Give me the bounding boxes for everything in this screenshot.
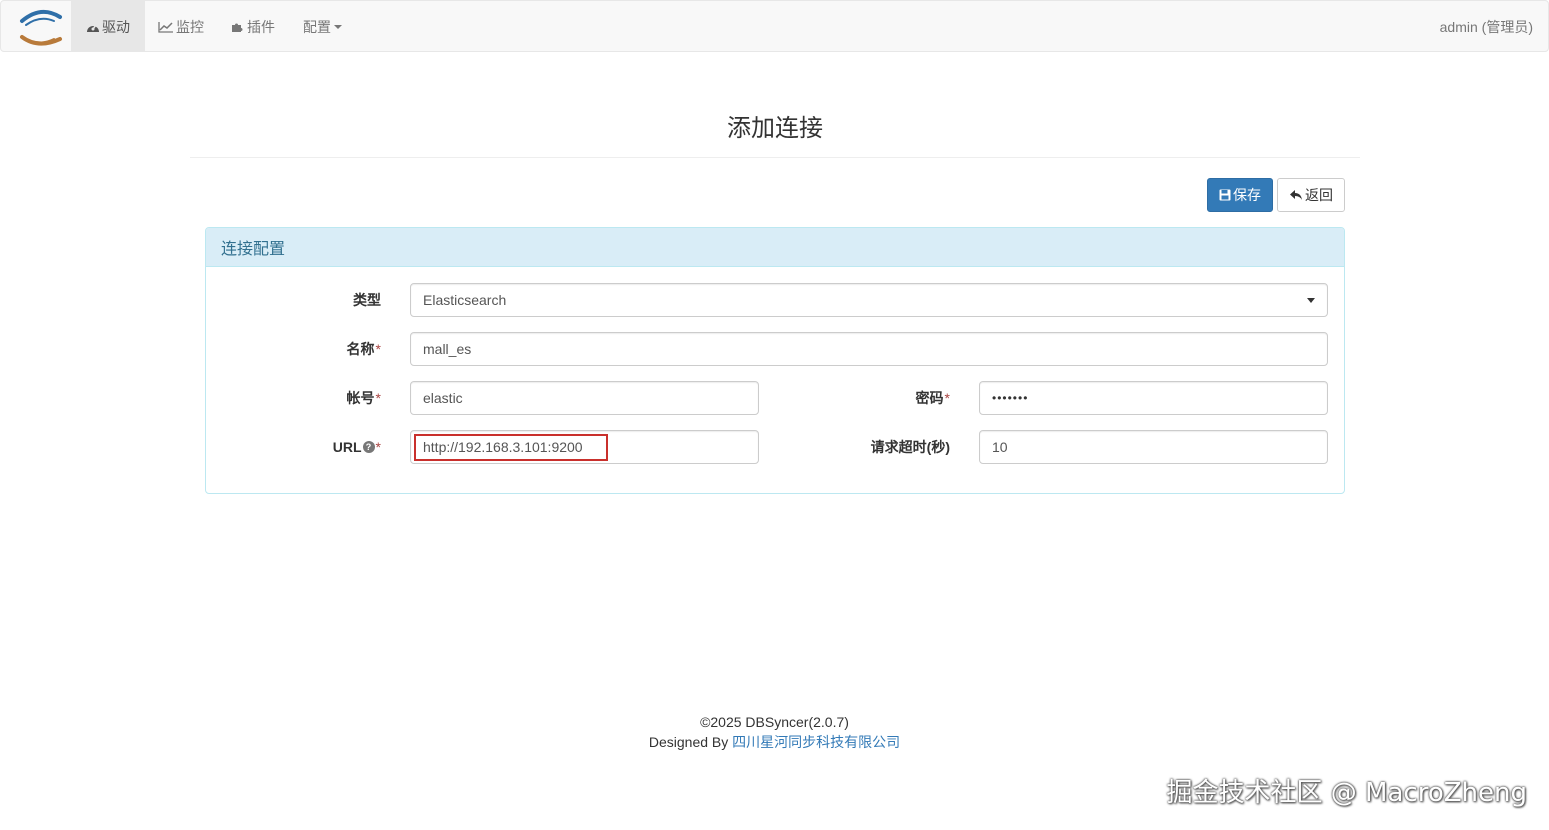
brand-logo[interactable] [11,1,71,52]
required-marker: * [375,341,381,357]
password-input-value: ••••••• [992,391,1029,405]
nav-item-drivers[interactable]: 驱动 [71,1,145,52]
page-title: 添加连接 [727,115,823,142]
account-label: 帐号 * [216,381,381,415]
nav-item-label: 监控 [176,18,204,35]
top-navbar: 驱动 监控 插件 配置 admin (管理员) [0,0,1549,52]
page-divider [190,157,1360,158]
timeout-label-text: 请求超时(秒) [870,439,950,455]
back-button[interactable]: 返回 [1277,178,1345,212]
footer-company-link[interactable]: 四川星河同步科技有限公司 [732,734,900,750]
password-input[interactable]: ••••••• [979,381,1328,415]
reply-arrow-icon [1289,189,1303,201]
save-button[interactable]: 保存 [1207,178,1273,212]
panel-heading: 连接配置 [206,228,1344,267]
url-label-text: URL [332,439,362,455]
watermark: 掘金技术社区 @ MacroZheng [1166,778,1527,808]
timeout-label: 请求超时(秒) [786,430,950,464]
nav-item-monitor[interactable]: 监控 [143,1,219,52]
name-label: 名称 * [216,332,381,366]
chevron-down-icon [1307,297,1315,303]
nav-item-config[interactable]: 配置 [288,1,357,52]
dashboard-icon [86,21,100,33]
name-input-value: mall_es [423,341,472,357]
question-circle-icon[interactable]: ? [362,441,375,453]
floppy-disk-icon [1219,189,1231,201]
url-input-value: http://192.168.3.101:9200 [423,439,583,455]
user-menu[interactable]: admin (管理员) [1440,1,1533,52]
account-input-value: elastic [423,390,463,406]
name-input[interactable]: mall_es [410,332,1328,366]
chevron-down-icon [334,24,342,29]
type-label-text: 类型 [353,292,381,308]
footer-designed-by: Designed By [648,734,733,750]
required-marker: * [944,390,950,406]
line-chart-icon [158,21,174,33]
account-input[interactable]: elastic [410,381,759,415]
password-label-text: 密码 [915,390,944,406]
back-button-label: 返回 [1305,187,1333,203]
type-select[interactable]: Elasticsearch [410,283,1328,317]
password-label: 密码 * [786,381,950,415]
save-button-label: 保存 [1233,187,1261,203]
url-input[interactable]: http://192.168.3.101:9200 [410,430,759,464]
required-marker: * [375,439,381,455]
puzzle-icon [231,21,245,33]
required-marker: * [375,390,381,406]
timeout-input-value: 10 [992,439,1008,455]
type-select-value: Elasticsearch [423,292,507,308]
url-label: URL? * [216,430,381,464]
type-label: 类型 [216,283,381,317]
account-label-text: 帐号 [346,390,375,406]
footer-copyright: ©2025 DBSyncer(2.0.7) [700,714,849,730]
nav-item-label: 配置 [303,18,331,35]
page-footer: ©2025 DBSyncer(2.0.7) Designed By 四川星河同步… [0,712,1549,752]
dbsyncer-logo-icon [20,9,62,45]
nav-item-plugins[interactable]: 插件 [216,1,290,52]
timeout-input[interactable]: 10 [979,430,1328,464]
footer-credits: Designed By 四川星河同步科技有限公司 [0,732,1549,752]
nav-item-label: 驱动 [102,18,130,35]
connection-config-panel: 连接配置 类型 Elasticsearch 名称 * mall_es 帐号 * el… [205,227,1345,494]
nav-item-label: 插件 [247,18,275,35]
name-label-text: 名称 [346,341,375,357]
